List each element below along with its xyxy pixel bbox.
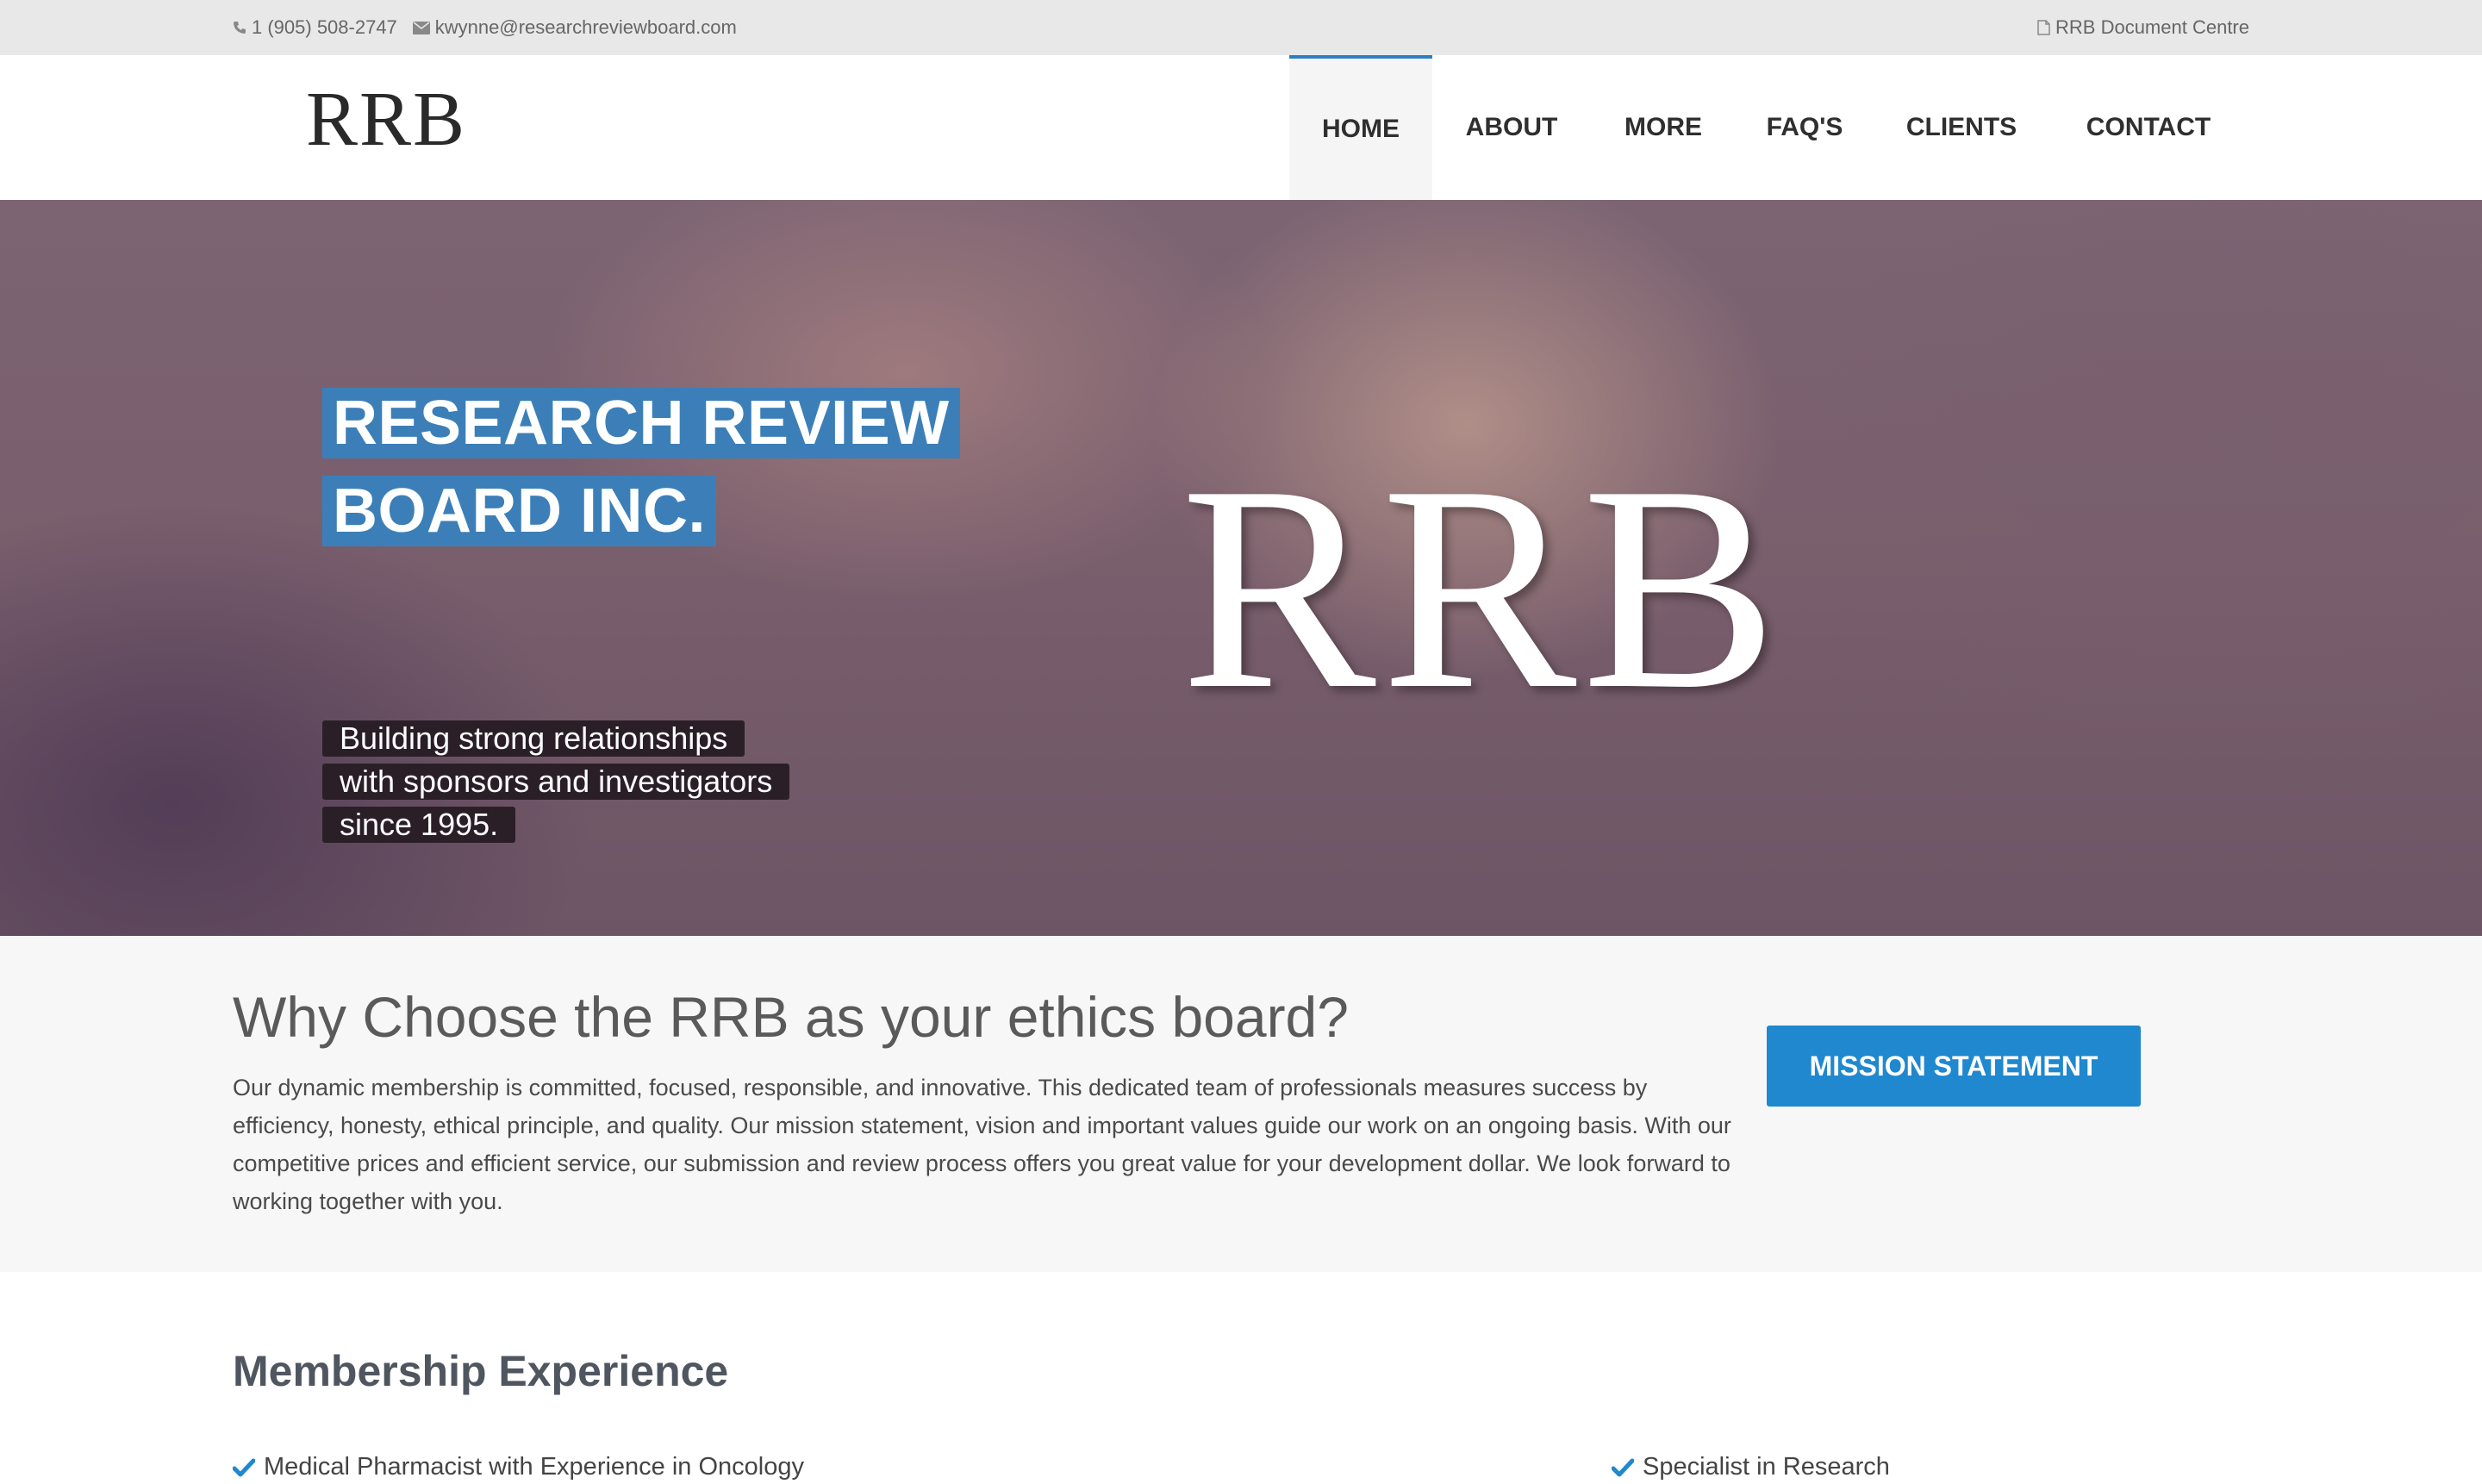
main-nav: HOME ABOUT MORE FAQ'S CLIENTS CONTACT (1289, 55, 2248, 200)
mission-statement-button[interactable]: MISSION STATEMENT (1767, 1026, 2141, 1107)
contact-info: 1 (905) 508-2747 kwynne@researchreviewbo… (233, 0, 737, 55)
hero-tagline-line: since 1995. (322, 807, 516, 843)
site-logo[interactable]: RRB (306, 81, 466, 159)
list-item-label: Medical Pharmacist with Experience in On… (264, 1453, 804, 1481)
hero-title-line: RESEARCH REVIEW (322, 388, 960, 458)
nav-home[interactable]: HOME (1289, 55, 1432, 200)
why-section: Why Choose the RRB as your ethics board?… (0, 936, 2482, 1272)
why-heading: Why Choose the RRB as your ethics board? (233, 985, 1349, 1049)
envelope-icon (412, 21, 430, 34)
hero-title: RESEARCH REVIEW BOARD INC. (322, 388, 960, 564)
document-icon (2037, 20, 2050, 35)
phone-link[interactable]: 1 (905) 508-2747 (233, 16, 397, 39)
document-centre-label: RRB Document Centre (2055, 16, 2249, 38)
document-centre-link[interactable]: RRB Document Centre (2037, 0, 2249, 55)
hero-tagline-line: with sponsors and investigators (322, 764, 790, 800)
checkmark-icon (1612, 1458, 1634, 1477)
top-bar: 1 (905) 508-2747 kwynne@researchreviewbo… (0, 0, 2482, 55)
email-link[interactable]: kwynne@researchreviewboard.com (412, 16, 737, 39)
checkmark-icon (233, 1458, 255, 1477)
list-item: Specialist in Research (1612, 1453, 1890, 1481)
list-item-label: Specialist in Research (1643, 1453, 1890, 1481)
nav-about[interactable]: ABOUT (1432, 55, 1591, 200)
hero-slider[interactable]: RESEARCH REVIEW BOARD INC. Building stro… (0, 200, 2482, 936)
nav-faqs[interactable]: FAQ'S (1736, 55, 1874, 200)
hero-title-line: BOARD INC. (322, 476, 716, 546)
site-header: RRB HOME ABOUT MORE FAQ'S CLIENTS CONTAC… (0, 55, 2482, 200)
phone-icon (233, 21, 246, 34)
hero-tagline-line: Building strong relationships (322, 720, 745, 757)
why-body: Our dynamic membership is committed, foc… (233, 1075, 1731, 1214)
phone-number: 1 (905) 508-2747 (252, 16, 397, 38)
list-item: Medical Pharmacist with Experience in On… (233, 1453, 804, 1481)
nav-contact[interactable]: CONTACT (2049, 55, 2248, 200)
hero-brand-logo: RRB (1181, 425, 1783, 750)
email-address: kwynne@researchreviewboard.com (434, 16, 737, 38)
nav-more[interactable]: MORE (1591, 55, 1736, 200)
nav-clients[interactable]: CLIENTS (1874, 55, 2049, 200)
membership-heading: Membership Experience (233, 1347, 729, 1395)
hero-tagline: Building strong relationships with spons… (322, 720, 790, 850)
